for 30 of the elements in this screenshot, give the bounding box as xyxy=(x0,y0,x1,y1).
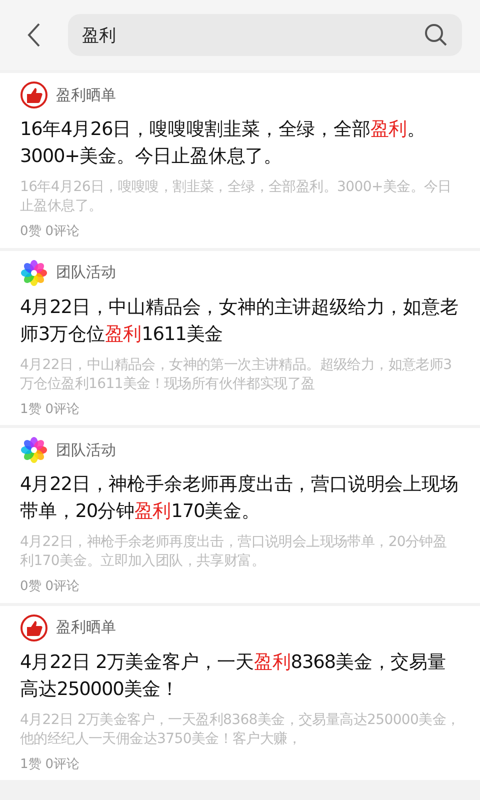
post-title: 4月22日 2万美金客户，一天盈利8368美金，交易量高达250000美金！ xyxy=(20,650,447,702)
like-count: 0赞 xyxy=(20,578,42,596)
like-count: 1赞 xyxy=(20,756,42,774)
comment-count: 0评论 xyxy=(45,400,80,418)
category-label: 盈利晒单 xyxy=(56,617,116,638)
flower-icon xyxy=(20,436,48,464)
category-label: 盈利晒单 xyxy=(56,84,116,106)
post-summary: 4月22日，神枪手余老师再度出击，营口说明会上现场带单，20分钟盈利170美金。立即加入团队，共享财富。 xyxy=(20,533,448,571)
post-summary: 16年4月26日，嗖嗖嗖，割韭菜，全绿，全部盈利。3000+美金。今日止盈休息了。 xyxy=(20,178,452,216)
post-title: 16年4月26日，嗖嗖嗖割韭菜，全绿，全部盈利。3000+美金。今日止盈休息了。 xyxy=(20,118,426,169)
category-label: 团队活动 xyxy=(56,440,116,461)
post-title: 4月22日，神枪手余老师再度出击，营口说明会上现场带单，20分钟盈利170美金。 xyxy=(20,473,460,524)
search-field[interactable]: 盈利 xyxy=(68,14,462,56)
post-card[interactable]: 盈利晒单 16年4月26日，嗖嗖嗖割韭菜，全绿，全部盈利。3000+美金。今日止盈休息了。 16年4月26日，嗖嗖嗖，割韭菜，全绿，全部盈利。3000+美金。今日止盈休息了。 0赞 0评论 xyxy=(0,73,480,248)
post-summary: 4月22日 2万美金客户，一天盈利8368美金，交易量高达250000美金，他的经纪人一天佣金达3750美金！客户大赚， xyxy=(20,710,460,748)
post-card[interactable]: 团队活动 4月22日，神枪手余老师再度出击，营口说明会上现场带单，20分钟盈利170美金。 4月22日，神枪手余老师再度出击，营口说明会上现场带单，20分钟盈利170美金。立即加入团队，共享财富。 0赞 0评论 xyxy=(0,428,480,602)
post-card[interactable]: 盈利晒单 4月22日 2万美金客户，一天盈利8368美金，交易量高达250000美金！ 4月22日 2万美金客户，一天盈利8368美金，交易量高达250000美金，他的经纪人一天佣金达3750美金！客户大赚， 1赞 0评论 xyxy=(0,606,480,780)
comment-count: 0评论 xyxy=(45,223,80,241)
post-summary: 4月22日，中山精品会，女神的第一次主讲精品。超级给力，如意老师3万仓位盈利1611美金！现场所有伙伴都实现了盈 xyxy=(20,356,453,394)
category-label: 团队活动 xyxy=(56,262,116,284)
flower-icon xyxy=(20,258,48,286)
post-title: 4月22日，中山精品会，女神的主讲超级给力，如意老师3万仓位盈利1611美金 xyxy=(20,296,460,346)
like-count: 1赞 xyxy=(20,400,42,418)
search-icon[interactable] xyxy=(424,23,448,47)
thumbs-up-icon xyxy=(20,614,48,642)
comment-count: 0评论 xyxy=(45,578,80,596)
post-card[interactable]: 团队活动 4月22日，中山精品会，女神的主讲超级给力，如意老师3万仓位盈利1611美金 4月22日，中山精品会，女神的第一次主讲精品。超级给力，如意老师3万仓位盈利1611美金！现场所有伙伴都实现了盈 1赞 0评论 xyxy=(0,250,480,425)
thumbs-up-icon xyxy=(20,81,48,109)
like-count: 0赞 xyxy=(20,223,42,241)
comment-count: 0评论 xyxy=(45,756,80,774)
